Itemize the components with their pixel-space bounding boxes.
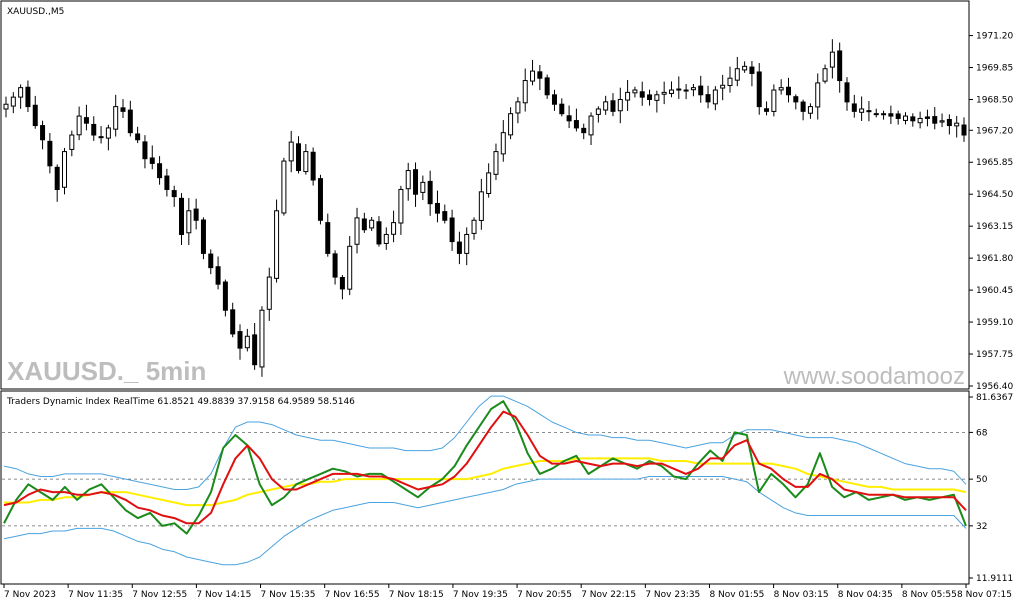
candle [310, 147, 316, 186]
candle [259, 306, 265, 377]
time-label: 7 Nov 11:35 [68, 590, 123, 600]
price-tick-label: 1969.85 [976, 64, 1013, 74]
time-label: 7 Nov 23:35 [645, 590, 700, 600]
indicator-tick-label: 32 [976, 522, 987, 532]
indicator-tick-label: 81.6367 [976, 393, 1013, 403]
price-tick-label: 1968.50 [976, 96, 1013, 106]
price-tick-label: 1963.15 [976, 222, 1013, 232]
indicator-panel-frame [0, 390, 970, 585]
price-tick-label: 1971.20 [976, 32, 1013, 42]
time-label: 7 Nov 16:55 [325, 590, 380, 600]
chart-canvas: XAUUSD.,M5 1971.201969.851968.501967.201… [0, 0, 1013, 600]
watermark-symbol: XAUUSD._ 5min [7, 356, 206, 386]
time-label: 7 Nov 19:35 [453, 590, 508, 600]
time-label: 8 Nov 03:15 [774, 590, 829, 600]
indicator-panel: Traders Dynamic Index RealTime 61.8521 4… [0, 390, 1013, 585]
price-tick-label: 1967.20 [976, 126, 1013, 136]
time-label: 8 Nov 07:15 [957, 590, 1012, 600]
watermark-site: www.soodamooz [783, 363, 965, 390]
indicator-tick-label: 11.9111 [976, 574, 1013, 584]
symbol-title: XAUUSD.,M5 [7, 7, 64, 17]
price-panel-frame [0, 0, 970, 390]
time-label: 7 Nov 20:55 [517, 590, 572, 600]
indicator-tick-label: 68 [976, 428, 988, 438]
candle [317, 174, 323, 225]
candle [281, 157, 287, 216]
price-panel: XAUUSD.,M5 1971.201969.851968.501967.201… [0, 0, 1013, 392]
time-label: 7 Nov 15:35 [261, 590, 316, 600]
candle [274, 199, 280, 283]
indicator-tick-label: 50 [976, 475, 988, 485]
price-tick-label: 1965.85 [976, 158, 1013, 168]
time-label: 7 Nov 18:15 [389, 590, 444, 600]
time-label: 8 Nov 04:35 [838, 590, 893, 600]
time-axis: 7 Nov 2023 7 Nov 11:35 7 Nov 12:55 7 Nov 14… [3, 584, 1012, 600]
time-label: 8 Nov 01:55 [709, 590, 764, 600]
price-axis: 1971.20 1969.85 1968.50 1967.20 1965.85 1964.… [969, 32, 1013, 392]
time-label: 7 Nov 22:15 [581, 590, 636, 600]
time-label: 7 Nov 2023 [4, 590, 56, 600]
indicator-axis: 81.6367 68 50 32 11.9111 [969, 393, 1013, 584]
price-tick-label: 1956.40 [976, 382, 1013, 392]
time-label: 8 Nov 05:55 [902, 590, 957, 600]
time-label: 7 Nov 12:55 [132, 590, 187, 600]
candle [200, 217, 206, 260]
price-tick-label: 1964.50 [976, 190, 1013, 200]
time-label: 7 Nov 14:15 [196, 590, 251, 600]
price-tick-label: 1960.45 [976, 286, 1013, 296]
price-tick-label: 1961.80 [976, 254, 1013, 264]
indicator-title: Traders Dynamic Index RealTime 61.8521 4… [6, 397, 355, 407]
candle [544, 74, 550, 99]
price-tick-label: 1959.10 [976, 318, 1013, 328]
price-tick-label: 1957.75 [976, 350, 1013, 360]
candle [62, 147, 68, 195]
